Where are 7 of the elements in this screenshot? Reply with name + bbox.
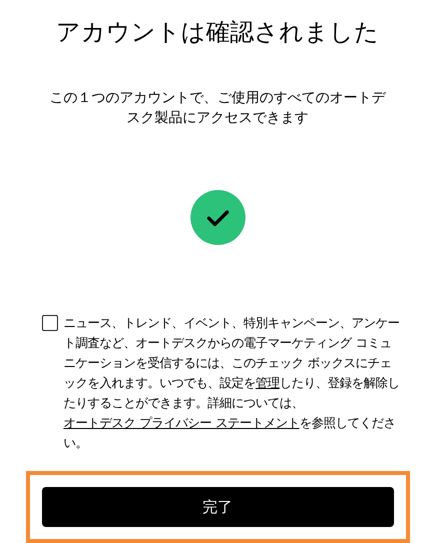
link[interactable]: オートデスク プライバシー ステートメント [64, 415, 300, 430]
link[interactable]: 管理 [256, 375, 280, 390]
subtitle: この１つのアカウントで、ご使用のすべてのオートデスク製品にアクセスできます [48, 89, 387, 128]
done-button[interactable]: 完了 [42, 487, 394, 527]
page-title: アカウントは確認されました [56, 17, 379, 48]
consent-text: ニュース、トレンド、イベント、特別キャンペーン、アンケート調査など、オートデスクからの電子マーケティング コミュニケーションを受信するには、このチェック ボックスにチェックを入れます。いつでも、設定を管理 したり、登録を解除したりすることができます。詳細については、 オートデスク プライバシー ステートメント を参照してください。 [64, 314, 400, 452]
consent-checkbox[interactable] [42, 315, 58, 331]
